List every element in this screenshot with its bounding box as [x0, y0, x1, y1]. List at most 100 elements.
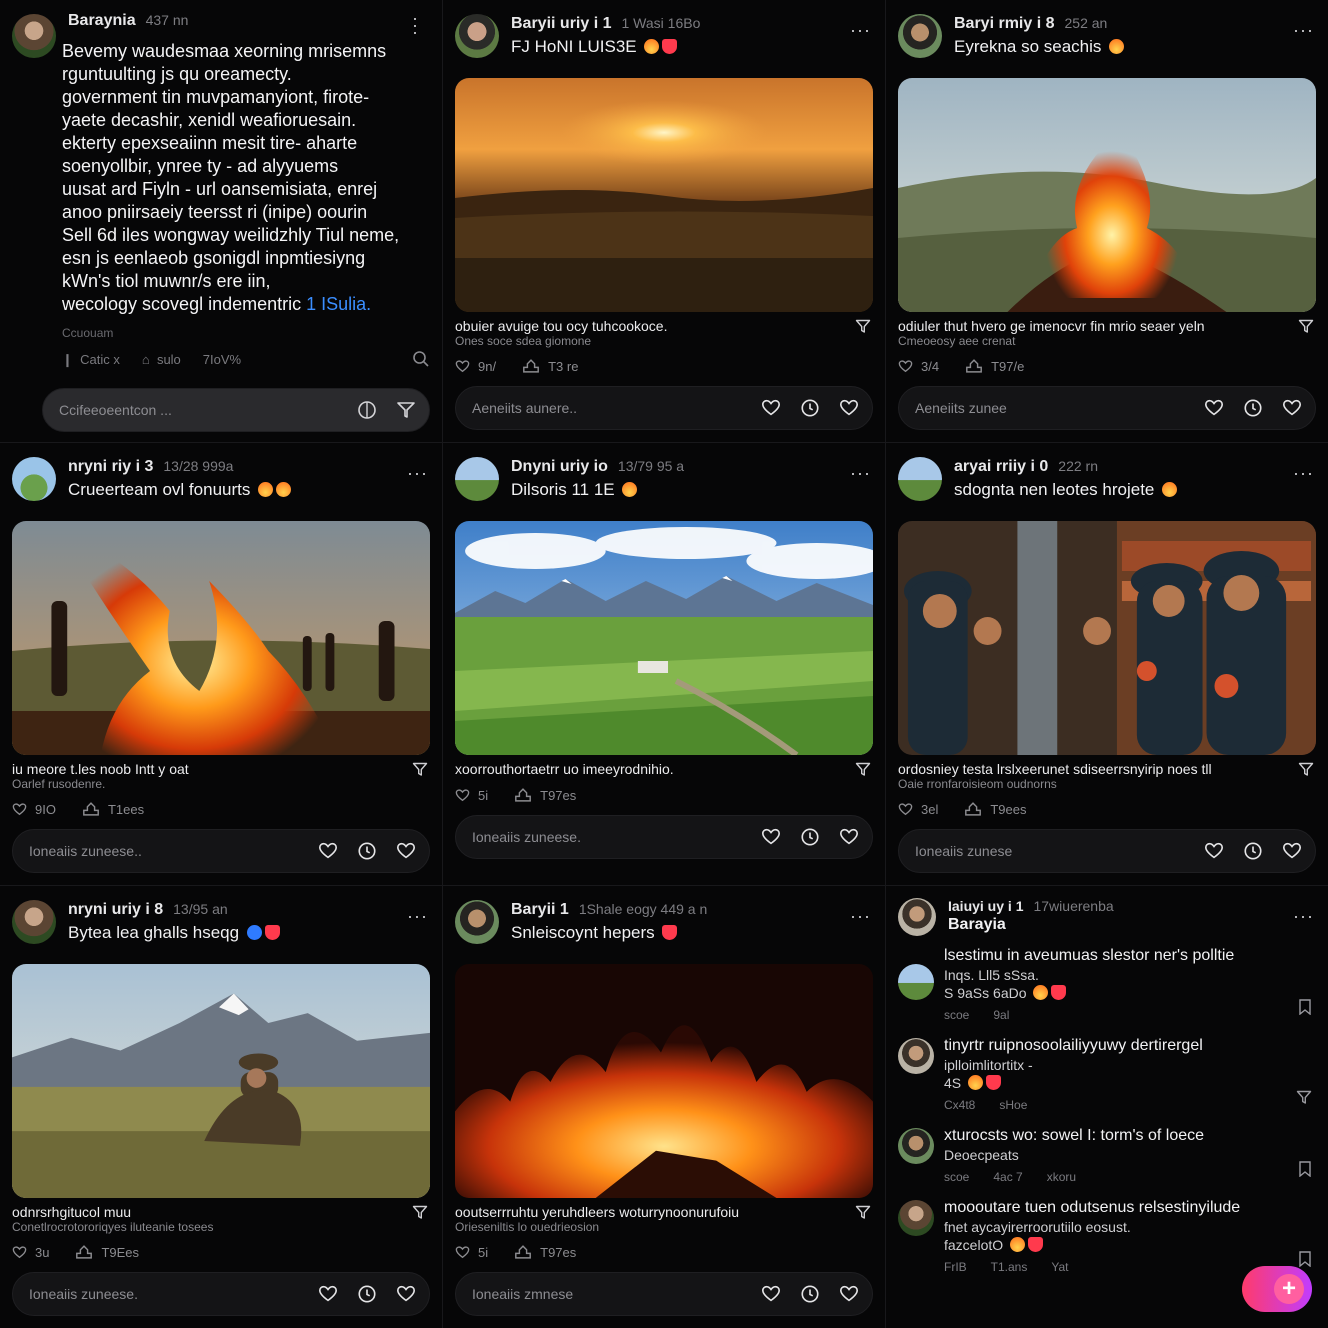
author-name[interactable]: Baraynia — [68, 12, 136, 29]
heart-icon[interactable] — [315, 1281, 341, 1307]
post-photo[interactable] — [455, 964, 873, 1198]
thread-item[interactable]: lsestimu in aveumuas slestor ner's pollt… — [898, 946, 1316, 1022]
author-name[interactable]: nryni riy i 3 — [68, 458, 153, 475]
avatar[interactable] — [898, 1128, 934, 1164]
clock-icon[interactable] — [797, 1281, 823, 1307]
author-name[interactable]: Dnyni uriy io — [511, 458, 608, 475]
more-options-icon[interactable]: ··· — [850, 906, 871, 927]
comment-input[interactable]: Ioneaiis zuneese. — [12, 1272, 430, 1316]
heart-icon[interactable] — [836, 824, 862, 850]
like-count[interactable]: 9IO — [12, 802, 56, 817]
avatar[interactable] — [455, 14, 499, 58]
thread-meta-item[interactable]: scoe — [944, 1170, 969, 1184]
like-count[interactable]: 9n/ — [455, 359, 496, 374]
bookmark-icon[interactable] — [1298, 999, 1312, 1020]
filter-icon[interactable] — [855, 318, 871, 334]
more-options-icon[interactable]: ··· — [407, 463, 428, 484]
avatar[interactable] — [455, 457, 499, 501]
comment-input[interactable]: Aeneiits aunere.. — [455, 386, 873, 430]
emoji-icon[interactable] — [354, 397, 380, 423]
post-photo[interactable] — [12, 521, 430, 755]
heart-icon[interactable] — [1201, 838, 1227, 864]
heart-icon[interactable] — [758, 1281, 784, 1307]
like-count[interactable]: 5i — [455, 788, 488, 803]
clock-icon[interactable] — [1240, 838, 1266, 864]
comment-input[interactable]: Ioneaiis zmnese — [455, 1272, 873, 1316]
more-options-icon[interactable]: ··· — [850, 463, 871, 484]
share-count[interactable]: T9Ees — [75, 1245, 139, 1260]
more-options-icon[interactable]: ··· — [407, 906, 428, 927]
more-options-icon[interactable]: ··· — [850, 20, 871, 41]
more-options-icon[interactable]: ··· — [1293, 906, 1314, 927]
like-count[interactable]: 3el — [898, 802, 938, 817]
filter-icon[interactable] — [1296, 1089, 1312, 1110]
avatar[interactable] — [12, 900, 56, 944]
thread-meta-item[interactable]: T1.ans — [991, 1260, 1028, 1274]
avatar[interactable] — [455, 900, 499, 944]
heart-icon[interactable] — [1279, 838, 1305, 864]
thread-meta-item[interactable]: sHoe — [999, 1098, 1027, 1112]
avatar[interactable] — [898, 964, 934, 1000]
hashtag-link[interactable]: 1 ISulia. — [306, 294, 371, 314]
like-count[interactable]: 3/4 — [898, 359, 939, 374]
post-photo[interactable] — [455, 521, 873, 755]
filter-icon[interactable] — [1298, 318, 1314, 334]
thread-meta-item[interactable]: Yat — [1051, 1260, 1068, 1274]
thread-meta-item[interactable]: Cx4t8 — [944, 1098, 975, 1112]
thread-meta-item[interactable]: 4ac 7 — [993, 1170, 1022, 1184]
filter-icon[interactable] — [855, 761, 871, 777]
heart-icon[interactable] — [758, 395, 784, 421]
clock-icon[interactable] — [797, 824, 823, 850]
more-options-icon[interactable]: ··· — [405, 16, 426, 37]
author-name[interactable]: Baryii 1 — [511, 901, 569, 918]
avatar[interactable] — [12, 457, 56, 501]
clock-icon[interactable] — [797, 395, 823, 421]
avatar[interactable] — [898, 1038, 934, 1074]
clock-icon[interactable] — [1240, 395, 1266, 421]
heart-icon[interactable] — [393, 1281, 419, 1307]
like-count[interactable]: 5i — [455, 1245, 488, 1260]
post-photo[interactable] — [898, 521, 1316, 755]
author-name[interactable]: nryni uriy i 8 — [68, 901, 163, 918]
author-name[interactable]: Baryii uriy i 1 — [511, 15, 612, 32]
send-icon[interactable] — [393, 397, 419, 423]
comment-input[interactable]: Ioneaiis zuneese.. — [12, 829, 430, 873]
comment-input[interactable]: Aeneiits zunee — [898, 386, 1316, 430]
share-count[interactable]: T97es — [514, 1245, 576, 1260]
share-count[interactable]: T1ees — [82, 802, 144, 817]
heart-icon[interactable] — [315, 838, 341, 864]
heart-icon[interactable] — [1279, 395, 1305, 421]
compose-button[interactable]: + — [1242, 1266, 1312, 1312]
stat-item[interactable]: ❙ Catic x — [62, 352, 120, 368]
heart-icon[interactable] — [836, 1281, 862, 1307]
author-name[interactable]: Iaiuyi uy i 1 — [948, 898, 1023, 914]
comment-input[interactable]: Ccifeeoeentcon ... — [42, 388, 430, 432]
thread-meta-item[interactable]: FrIB — [944, 1260, 967, 1274]
clock-icon[interactable] — [354, 838, 380, 864]
post-photo[interactable] — [12, 964, 430, 1198]
avatar[interactable] — [898, 14, 942, 58]
more-options-icon[interactable]: ··· — [1293, 463, 1314, 484]
comment-input[interactable]: Ioneaiis zunese — [898, 829, 1316, 873]
heart-icon[interactable] — [758, 824, 784, 850]
comment-input[interactable]: Ioneaiis zuneese. — [455, 815, 873, 859]
author-name[interactable]: Baryi rmiy i 8 — [954, 15, 1055, 32]
post-photo[interactable] — [455, 78, 873, 312]
avatar[interactable] — [898, 898, 936, 936]
thread-item[interactable]: xturocsts wo: sowel I: torm's of loece De… — [898, 1126, 1316, 1184]
thread-meta-item[interactable]: xkoru — [1047, 1170, 1076, 1184]
thread-item[interactable]: tinyrtr ruipnosoolailiyyuwy dertirergel i… — [898, 1036, 1316, 1112]
search-icon[interactable] — [412, 350, 430, 371]
clock-icon[interactable] — [354, 1281, 380, 1307]
filter-icon[interactable] — [412, 761, 428, 777]
avatar[interactable] — [12, 14, 56, 58]
filter-icon[interactable] — [855, 1204, 871, 1220]
filter-icon[interactable] — [1298, 761, 1314, 777]
heart-icon[interactable] — [393, 838, 419, 864]
thread-item[interactable]: moooutare tuen odutsenus relsestinyilude… — [898, 1198, 1316, 1274]
bookmark-icon[interactable] — [1298, 1161, 1312, 1182]
share-count[interactable]: T9ees — [964, 802, 1027, 817]
more-options-icon[interactable]: ··· — [1293, 20, 1314, 41]
share-count[interactable]: T97es — [514, 788, 576, 803]
thread-meta-item[interactable]: 9al — [993, 1008, 1009, 1022]
